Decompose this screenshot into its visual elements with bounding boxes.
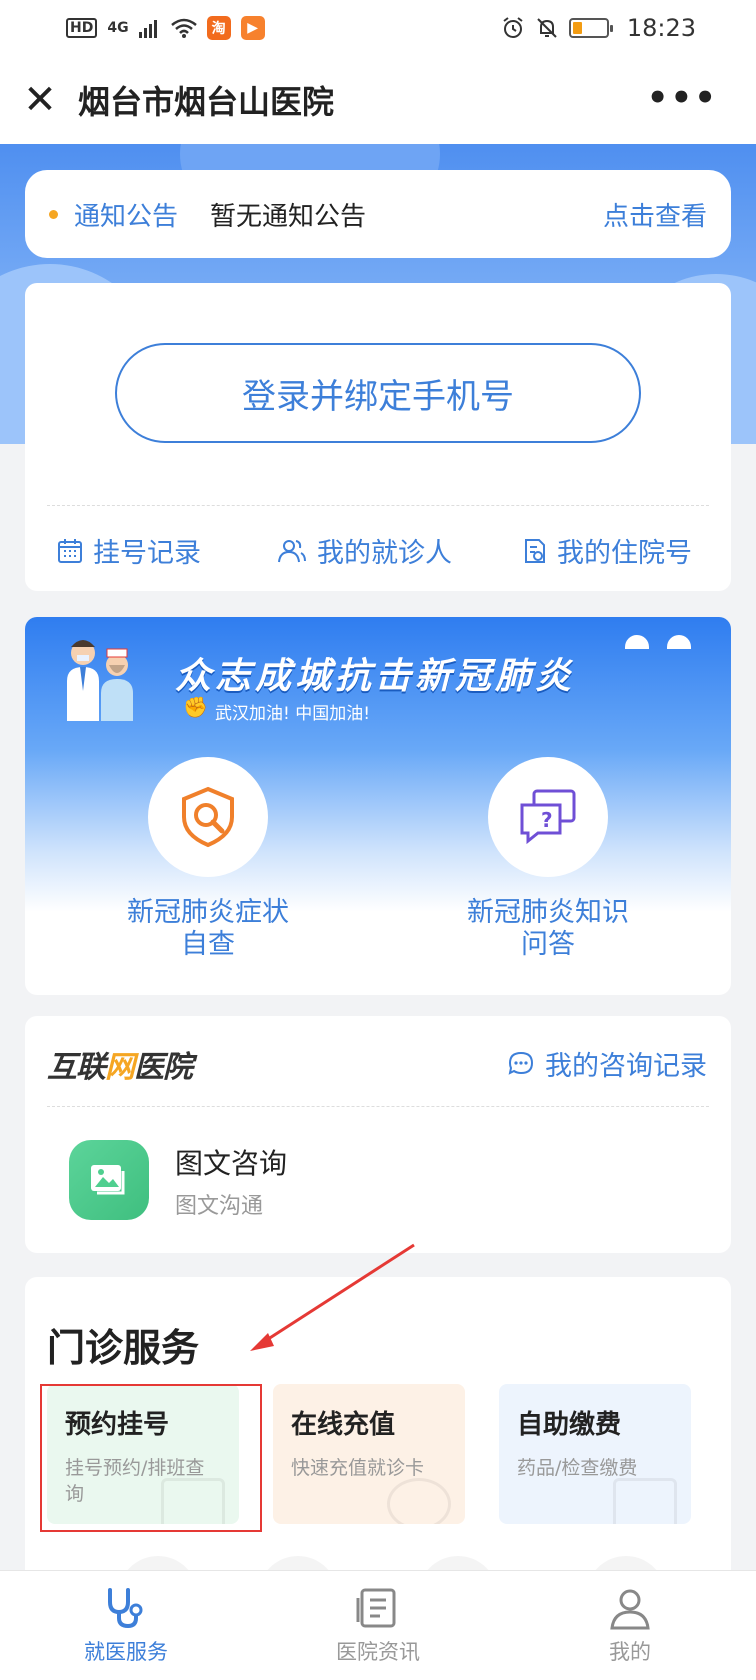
status-bar: HD 4G 淘 ▶ 18:23	[0, 0, 756, 56]
notice-dot-icon	[49, 209, 58, 219]
svg-text:?: ?	[541, 808, 553, 832]
self-payment-title: 自助缴费	[517, 1410, 622, 1440]
tab-hospital-news[interactable]: 医院资讯	[252, 1571, 504, 1680]
covid-qa-line1: 新冠肺炎知识	[467, 897, 629, 928]
tab-mine[interactable]: 我的	[504, 1571, 756, 1680]
symptom-check-line1: 新冠肺炎症状	[127, 897, 289, 928]
tab-medical-services-label: 就医服务	[84, 1639, 168, 1664]
internet-hospital-logo: 互联网医院	[47, 1050, 193, 1085]
consultation-records-link[interactable]: 我的咨询记录	[507, 1044, 707, 1083]
symptom-check-line2: 自查	[181, 929, 235, 960]
news-icon	[356, 1588, 396, 1627]
my-patients-label: 我的就诊人	[317, 538, 452, 569]
annotation-highlight-box	[40, 1384, 262, 1532]
covid-qa-button[interactable]: ?	[488, 757, 608, 877]
page-title: 烟台市烟台山医院	[78, 83, 335, 121]
image-text-consult-title[interactable]: 图文咨询	[175, 1142, 287, 1182]
outpatient-services-title: 门诊服务	[47, 1326, 200, 1370]
alarm-icon	[503, 17, 523, 38]
network-type: 4G	[107, 20, 129, 36]
tab-mine-label: 我的	[609, 1639, 651, 1664]
login-card: 登录并绑定手机号 挂号记录 我的就诊人 我的住院号	[25, 283, 731, 591]
divider	[47, 1106, 709, 1107]
taobao-icon: 淘	[206, 16, 231, 40]
tab-bar: 就医服务 医院资讯 我的	[0, 1570, 756, 1680]
chat-icon	[508, 1051, 534, 1075]
chat-question-icon: ?	[520, 789, 576, 845]
consultation-records-label: 我的咨询记录	[545, 1051, 707, 1082]
video-icon: ▶	[240, 16, 265, 40]
document-icon	[525, 538, 545, 563]
internet-hospital-card: 互联网医院 我的咨询记录 图文咨询 图文沟通	[25, 1016, 731, 1253]
notice-view-link[interactable]: 点击查看	[603, 196, 707, 233]
mute-icon	[537, 18, 557, 38]
doctors-illustration	[67, 640, 133, 721]
tab-medical-services[interactable]: 就医服务	[0, 1571, 252, 1680]
divider	[47, 505, 709, 506]
wifi-icon	[170, 18, 197, 38]
shield-search-icon	[182, 786, 234, 848]
covid-banner: 众志成城抗击新冠肺炎 ✊ 武汉加油! 中国加油! 新冠肺炎症状 自查 ? 新冠肺…	[25, 617, 731, 995]
notice-text: 暂无通知公告	[210, 201, 367, 232]
clock: 18:23	[626, 14, 696, 42]
users-icon	[278, 539, 306, 562]
signal-icon	[138, 20, 157, 38]
more-icon[interactable]: •••	[647, 78, 718, 118]
notice-label: 通知公告	[74, 201, 179, 232]
tab-hospital-news-label: 医院资讯	[336, 1639, 420, 1664]
status-right: 18:23	[501, 14, 696, 42]
calendar-icon	[58, 538, 82, 563]
symptom-check-button[interactable]	[148, 757, 268, 877]
covid-qa-label[interactable]: 新冠肺炎知识 问答	[428, 897, 668, 961]
hd-icon: HD	[66, 18, 98, 38]
my-patients-link[interactable]: 我的就诊人	[277, 531, 452, 570]
registration-records-link[interactable]: 挂号记录	[57, 531, 201, 570]
fist-icon: ✊	[183, 695, 208, 719]
image-text-consult-subtitle: 图文沟通	[175, 1194, 264, 1219]
login-bind-phone-button[interactable]: 登录并绑定手机号	[115, 343, 641, 443]
nav-bar: ✕ 烟台市烟台山医院 •••	[0, 56, 756, 144]
covid-banner-subtitle: 武汉加油! 中国加油!	[215, 704, 371, 724]
registration-records-label: 挂号记录	[93, 538, 201, 569]
online-recharge-tile[interactable]: 在线充值 快速充值就诊卡	[273, 1384, 465, 1524]
covid-banner-title: 众志成城抗击新冠肺炎	[175, 656, 576, 697]
stethoscope-icon	[108, 1587, 143, 1628]
my-inpatient-number-link[interactable]: 我的住院号	[523, 531, 692, 570]
close-icon[interactable]: ✕	[20, 80, 60, 120]
battery-icon	[568, 18, 613, 38]
lamp-icon	[667, 635, 691, 649]
self-payment-tile[interactable]: 自助缴费 药品/检查缴费	[499, 1384, 691, 1524]
my-inpatient-number-label: 我的住院号	[557, 538, 692, 569]
online-recharge-subtitle: 快速充值就诊卡	[291, 1457, 425, 1479]
image-text-consult-icon[interactable]	[69, 1140, 149, 1220]
user-icon	[610, 1589, 650, 1629]
yuan-plus-icon	[387, 1478, 451, 1524]
covid-qa-line2: 问答	[521, 929, 575, 960]
symptom-check-label[interactable]: 新冠肺炎症状 自查	[88, 897, 328, 961]
notice-bar: 通知公告 暂无通知公告 点击查看	[25, 170, 731, 258]
online-recharge-title: 在线充值	[291, 1410, 396, 1440]
yuan-receipt-icon	[613, 1478, 677, 1524]
lamp-icon	[625, 635, 649, 649]
status-left: HD 4G 淘 ▶	[66, 16, 265, 40]
